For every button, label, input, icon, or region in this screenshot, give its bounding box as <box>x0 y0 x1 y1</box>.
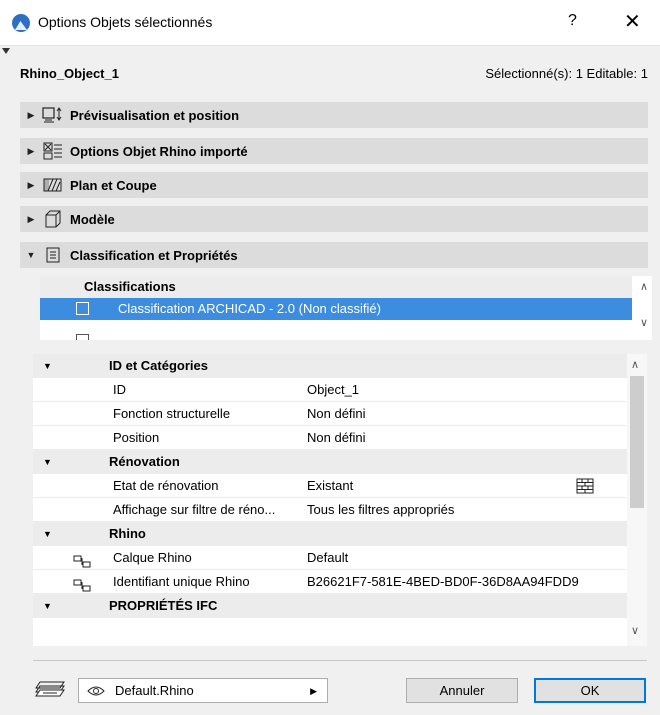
classification-checkbox[interactable] <box>76 334 89 340</box>
panel-rhino-options[interactable]: ▶ Options Objet Rhino importé <box>20 138 648 164</box>
rhino-options-icon <box>42 142 64 160</box>
property-group-header[interactable]: ▼ PROPRIÉTÉS IFC <box>33 594 627 618</box>
classifications-header: Classifications <box>40 276 632 298</box>
property-group-header[interactable]: ▼ Rénovation <box>33 450 627 474</box>
property-row[interactable]: Position Non défini <box>33 426 627 450</box>
scrollbar-thumb[interactable] <box>630 376 644 508</box>
property-row[interactable]: Identifiant unique Rhino B26621F7-581E-4… <box>33 570 627 594</box>
panel-plan-section[interactable]: ▶ Plan et Coupe <box>20 172 648 198</box>
classification-text: Classification ARCHICAD - 2.0 (Non class… <box>118 301 381 316</box>
property-value[interactable]: Tous les filtres appropriés <box>307 498 454 522</box>
collapse-arrow-icon[interactable]: ▼ <box>43 522 52 546</box>
group-name: Rhino <box>109 526 146 541</box>
property-key: Calque Rhino <box>113 550 192 565</box>
property-key: Position <box>113 430 160 445</box>
collapse-arrow-icon[interactable]: ▼ <box>43 450 52 474</box>
property-key: Fonction structurelle <box>113 406 231 421</box>
property-row[interactable]: Calque Rhino Default <box>33 546 627 570</box>
footer-separator <box>33 660 647 661</box>
property-value[interactable]: Object_1 <box>307 378 359 402</box>
plan-section-icon <box>42 176 64 194</box>
model-cube-icon <box>42 210 64 228</box>
property-row[interactable]: Etat de rénovation Existant <box>33 474 627 498</box>
favorite-name: Default.Rhino <box>115 683 194 698</box>
property-row[interactable]: Affichage sur filtre de réno... Tous les… <box>33 498 627 522</box>
collapse-arrow-icon[interactable]: ▼ <box>20 250 42 260</box>
scroll-down-icon[interactable]: ∨ <box>631 624 639 637</box>
panel-model[interactable]: ▶ Modèle <box>20 206 648 232</box>
property-value[interactable]: Default <box>307 546 348 570</box>
scroll-up-icon[interactable]: ∧ <box>631 358 639 371</box>
vertical-scrollbar[interactable]: ∧ ∨ <box>627 354 647 646</box>
property-row[interactable]: Fonction structurelle Non défini <box>33 402 627 426</box>
close-button[interactable]: ✕ <box>624 9 641 34</box>
panel-label: Modèle <box>70 211 115 227</box>
classification-checkbox[interactable] <box>76 302 89 315</box>
property-value[interactable]: Non défini <box>307 402 366 426</box>
link-icon <box>73 552 91 568</box>
group-name: Rénovation <box>109 454 180 469</box>
collapse-marker-icon[interactable] <box>2 48 10 54</box>
property-group-header[interactable]: ▼ ID et Catégories <box>33 354 627 378</box>
expand-arrow-icon[interactable]: ▶ <box>20 214 42 225</box>
window-title: Options Objets sélectionnés <box>38 14 213 30</box>
archicad-app-icon <box>12 14 30 32</box>
properties-list[interactable]: ▼ ID et Catégories ID Object_1 Fonction … <box>33 354 647 646</box>
expand-arrow-icon[interactable]: ▶ <box>20 180 42 191</box>
expand-arrow-icon[interactable]: ▶ <box>20 146 42 157</box>
dropdown-arrow-icon[interactable]: ▶ <box>310 686 317 697</box>
title-bar: Options Objets sélectionnés ? ✕ <box>0 0 660 46</box>
collapse-arrow-icon[interactable]: ▼ <box>43 594 52 618</box>
object-name: Rhino_Object_1 <box>20 66 119 81</box>
group-name: PROPRIÉTÉS IFC <box>109 598 218 613</box>
favorite-dropdown[interactable]: Default.Rhino ▶ <box>78 678 328 703</box>
ok-button[interactable]: OK <box>534 678 646 703</box>
property-value[interactable]: Existant <box>307 474 353 498</box>
help-button[interactable]: ? <box>568 12 577 30</box>
cancel-button[interactable]: Annuler <box>406 678 518 703</box>
panel-label: Prévisualisation et position <box>70 107 240 123</box>
classification-document-icon <box>42 246 64 264</box>
favorites-icon[interactable] <box>34 676 68 700</box>
panel-preview-position[interactable]: ▶ Prévisualisation et position <box>20 102 648 128</box>
selection-info: Sélectionné(s): 1 Editable: 1 <box>485 66 648 81</box>
panel-classification-properties[interactable]: ▼ Classification et Propriétés <box>20 242 648 268</box>
expand-arrow-icon[interactable]: ▶ <box>20 110 42 121</box>
renovation-brick-icon[interactable] <box>576 478 594 494</box>
link-icon <box>73 576 91 592</box>
scroll-up-icon[interactable]: ∧ <box>640 280 648 293</box>
property-group-header[interactable]: ▼ Rhino <box>33 522 627 546</box>
panel-label: Options Objet Rhino importé <box>70 143 248 159</box>
property-key: Identifiant unique Rhino <box>113 574 250 589</box>
classification-row-selected[interactable]: Classification ARCHICAD - 2.0 (Non class… <box>40 298 632 320</box>
property-value[interactable]: Non défini <box>307 426 366 450</box>
property-row[interactable]: ID Object_1 <box>33 378 627 402</box>
panel-label: Plan et Coupe <box>70 177 157 193</box>
scroll-down-icon[interactable]: ∨ <box>640 316 648 329</box>
property-value[interactable]: B26621F7-581E-4BED-BD0F-36D8AA94FDD9 <box>307 570 579 594</box>
property-key: Etat de rénovation <box>113 478 219 493</box>
classifications-list[interactable]: Classifications Classification ARCHICAD … <box>40 276 652 340</box>
property-key: ID <box>113 382 126 397</box>
preview-position-icon <box>42 106 64 124</box>
collapse-arrow-icon[interactable]: ▼ <box>43 354 52 378</box>
group-name: ID et Catégories <box>109 358 208 373</box>
eye-icon <box>87 684 109 698</box>
panel-label: Classification et Propriétés <box>70 247 238 263</box>
property-key: Affichage sur filtre de réno... <box>113 502 276 517</box>
